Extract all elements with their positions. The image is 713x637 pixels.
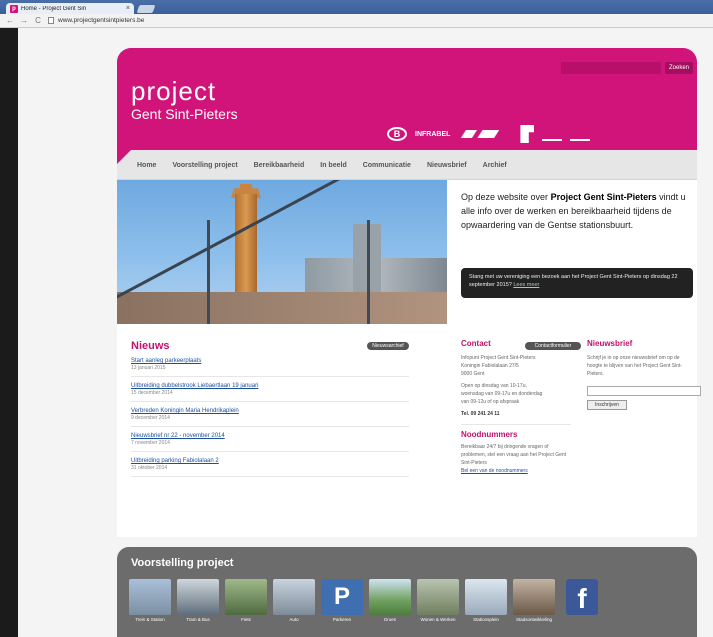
thumb-image [273,579,315,615]
browser-chrome: p Home - Project Gent Sin × ← → C www.pr… [0,0,713,28]
news-date: 31 oktober 2014 [131,465,168,471]
facebook-link[interactable]: f [561,579,603,622]
url-text: www.projectgentsintpieters.be [58,17,145,24]
news-archive-button[interactable]: Nieuwsarchief [367,342,409,350]
thumb-image [129,579,171,615]
site-container: project Gent Sint-Pieters Zoeken B INFRA… [117,48,701,637]
thumb-image [465,579,507,615]
favicon-icon: p [10,4,18,13]
contact-section: Contact Infopunt Project Gent Sint-Piete… [461,340,571,475]
search-input[interactable] [561,62,661,74]
new-tab-button[interactable] [136,5,156,13]
notice-banner: Stang met uw vereniging een bezoek aan h… [461,268,693,298]
news-date: 7 november 2014 [131,440,170,446]
thumb-image [417,579,459,615]
nav-nieuwsbrief[interactable]: Nieuwsbrief [427,162,467,169]
news-link[interactable]: Uitbreiding parking Fabiolalaan 2 [131,458,409,464]
thumb-wonen-werken[interactable]: Wonen & Werken [417,579,459,622]
tab-title: Home - Project Gent Sin [21,5,87,12]
news-link[interactable]: Start aanleg parkeerplaats [131,358,409,364]
news-section: Nieuws Start aanleg parkeerplaats 13 jan… [131,340,409,477]
address-bar: ← → C www.projectgentsintpieters.be [0,14,713,28]
voorstelling-title: Voorstelling project [131,557,234,569]
forward-icon[interactable]: → [20,16,28,25]
list-item: Uitbreiding dubbelstrook Liebaertlaan 19… [131,383,409,402]
list-item: Uitbreiding parking Fabiolalaan 2 31 okt… [131,458,409,477]
page-viewport: project Gent Sint-Pieters Zoeken B INFRA… [18,28,713,637]
thumb-image [177,579,219,615]
thumb-image [369,579,411,615]
news-date: 13 januari 2015 [131,365,166,371]
hero-image [117,180,447,324]
news-date: 9 december 2014 [131,415,170,421]
nmbs-logo[interactable]: B [387,127,407,141]
nav-home[interactable]: Home [137,162,156,169]
facebook-icon: f [566,579,598,615]
newsletter-section: Nieuwsbrief Schrijf je in op onze nieuws… [587,339,701,410]
list-item: Nieuwsbrief nr 22 - november 2014 7 nove… [131,433,409,452]
site-logo-subtitle: Gent Sint-Pieters [131,106,238,122]
site-logo[interactable]: project [131,78,216,104]
news-link[interactable]: Uitbreiding dubbelstrook Liebaertlaan 19… [131,383,409,389]
thumb-trein-station[interactable]: Trein & Station [129,579,171,622]
notice-text: Stang met uw vereniging een bezoek aan h… [469,274,678,288]
browser-tab[interactable]: p Home - Project Gent Sin × [6,3,134,14]
list-item: Start aanleg parkeerplaats 13 januari 20… [131,358,409,377]
intro-text: Op deze website over Project Gent Sint-P… [461,192,686,230]
thumb-image [225,579,267,615]
main-navigation: Home Voorstelling project Bereikbaarheid… [117,150,697,180]
main-content: Op deze website over Project Gent Sint-P… [117,180,701,537]
url-field[interactable]: www.projectgentsintpieters.be [48,16,713,26]
noodnummers-title: Noodnummers [461,430,518,439]
news-link[interactable]: Nieuwsbrief nr 22 - november 2014 [131,433,409,439]
thumb-stationsplein[interactable]: Stationsplein [465,579,507,622]
thumb-stadsontwikkeling[interactable]: Stadsontwikkeling [513,579,555,622]
list-item: Verbreden Koningin Maria Hendrikaplein 9… [131,408,409,427]
flanders-logo[interactable] [520,125,535,143]
gent-logo[interactable] [570,127,591,141]
back-icon[interactable]: ← [6,16,14,25]
thumb-tram-bus[interactable]: Tram & Bus [177,579,219,622]
thumb-image [513,579,555,615]
delijn-logo[interactable] [456,130,515,138]
nav-bereikbaarheid[interactable]: Bereikbaarheid [254,162,305,169]
tab-bar: p Home - Project Gent Sin × [0,0,713,14]
window-edge [0,28,18,637]
thumb-parkeren[interactable]: P Parkeren [321,579,363,622]
contact-address: Infopunt Project Gent Sint-Pieters Konin… [461,355,543,405]
newsletter-text: Schrijf je in op onze nieuwsbrief om op … [587,355,683,377]
city-logo[interactable] [542,127,563,141]
site-header: project Gent Sint-Pieters Zoeken B INFRA… [117,48,697,150]
newsletter-email-input[interactable] [587,386,701,396]
search-button[interactable]: Zoeken [665,62,693,74]
nav-archief[interactable]: Archief [483,162,507,169]
reload-icon[interactable]: C [34,16,42,25]
noodnummers-link[interactable]: Bel een van de noodnummers [461,467,571,475]
newsletter-title: Nieuwsbrief [587,339,633,348]
page-icon [48,17,54,24]
close-icon[interactable]: × [126,5,130,12]
subscribe-button[interactable]: Inschrijven [587,400,627,410]
parking-icon: P [321,579,363,615]
nav-communicatie[interactable]: Communicatie [363,162,411,169]
infrabel-logo[interactable]: INFRABEL [415,131,450,138]
thumb-groen[interactable]: Groen [369,579,411,622]
news-date: 15 december 2014 [131,390,173,396]
notice-link[interactable]: Lees meer [513,282,539,288]
partner-logos: B INFRABEL [387,122,591,146]
contact-phone: Tel. 09 241 24 11 [461,411,500,417]
thumb-fiets[interactable]: Fiets [225,579,267,622]
nav-voorstelling[interactable]: Voorstelling project [172,162,237,169]
voorstelling-section: Voorstelling project Trein & Station Tra… [117,547,697,637]
voorstelling-thumbnails: Trein & Station Tram & Bus Fiets Auto P … [129,579,603,622]
thumb-auto[interactable]: Auto [273,579,315,622]
contact-form-button[interactable]: Contactformulier [525,342,581,350]
noodnummers-text: Bereikbaar 24/7 bij dringende vragen of … [461,444,567,466]
news-link[interactable]: Verbreden Koningin Maria Hendrikaplein [131,408,409,414]
nav-in-beeld[interactable]: In beeld [320,162,346,169]
